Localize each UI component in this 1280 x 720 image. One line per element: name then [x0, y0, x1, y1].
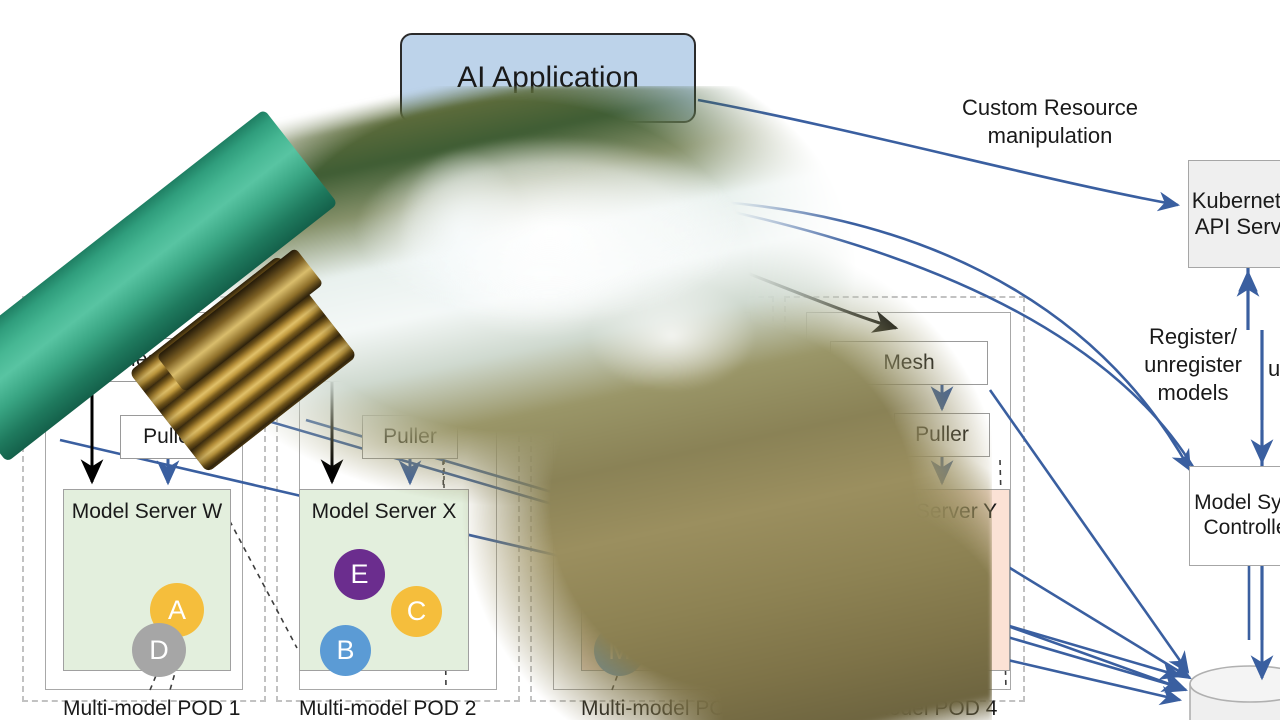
- model-sync-controller-box[interactable]: Model Sync Controller: [1189, 466, 1280, 566]
- kubernetes-api-server-box[interactable]: Kubernetes API Server: [1188, 160, 1280, 268]
- custom-resource-manipulation-label: Custom Resource manipulation: [961, 95, 1139, 149]
- ai-application-label: AI Application: [457, 61, 639, 95]
- diagram-canvas: Mesh Puller Model Server W A D Multi-mod…: [0, 0, 1280, 720]
- ai-application-box[interactable]: AI Application: [400, 33, 696, 123]
- register-unregister-models-label: Register/ unregister models: [1144, 324, 1242, 406]
- right-edge-partial-label: u: [1268, 356, 1280, 381]
- model-sync-controller-label: Model Sync Controller: [1194, 491, 1280, 539]
- storage-cylinder: [1189, 665, 1280, 720]
- kubernetes-api-server-label: Kubernetes API Server: [1191, 188, 1280, 239]
